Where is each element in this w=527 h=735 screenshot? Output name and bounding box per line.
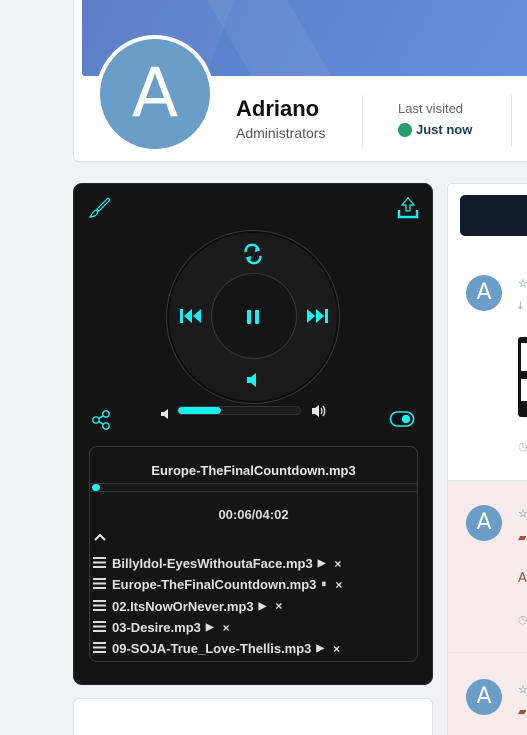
volume-slider-fill: [178, 407, 221, 414]
comment-icon[interactable]: ▰: [518, 531, 526, 544]
feed-item-text: A: [518, 571, 527, 586]
upload-icon[interactable]: [396, 196, 420, 220]
track-progress-bar[interactable]: [90, 483, 417, 492]
playlist-item-name[interactable]: Europe-TheFinalCountdown.mp3: [112, 577, 316, 592]
qr-code-image: [518, 337, 527, 417]
comment-icon[interactable]: ▰: [518, 705, 526, 718]
playlist-panel: Europe-TheFinalCountdown.mp3 00:06/04:02…: [89, 446, 418, 662]
collapse-icon[interactable]: [94, 527, 106, 541]
playlist-item[interactable]: 02.ItsNowOrNever.mp3 ▶ ×: [90, 596, 417, 617]
pause-icon[interactable]: ⏸: [321, 579, 326, 590]
feed-avatar[interactable]: A: [466, 505, 502, 541]
volume-low-icon[interactable]: [160, 405, 172, 419]
activity-feed: A ☆ ⤓ ◷ A ☆ ▰ A ◷ A ☆ ▰: [447, 183, 527, 735]
remove-icon[interactable]: ×: [223, 621, 230, 635]
play-icon[interactable]: ▶: [206, 622, 214, 633]
volume-high-icon[interactable]: [311, 403, 327, 419]
divider: [362, 95, 363, 147]
clock-icon: ◷: [518, 440, 527, 453]
remove-icon[interactable]: ×: [333, 642, 340, 656]
volume-slider[interactable]: [177, 406, 301, 415]
drag-handle-icon[interactable]: [90, 641, 110, 656]
drag-handle-icon[interactable]: [90, 620, 110, 635]
remove-icon[interactable]: ×: [275, 599, 282, 613]
current-track-title: Europe-TheFinalCountdown.mp3: [151, 463, 356, 478]
next-card: [73, 698, 433, 735]
feed-item: A ☆ ▰: [448, 653, 527, 735]
playlist-item-name[interactable]: 02.ItsNowOrNever.mp3: [112, 599, 254, 614]
paint-brush-icon[interactable]: [88, 196, 112, 220]
remove-icon[interactable]: ×: [335, 578, 342, 592]
star-icon[interactable]: ☆: [518, 277, 527, 290]
playlist-item[interactable]: Europe-TheFinalCountdown.mp3 ⏸ ×: [90, 574, 417, 595]
feed-item: A ☆ ⤓ ◷: [448, 249, 527, 481]
playlist-item[interactable]: BillyIdol-EyesWithoutaFace.mp3 ▶ ×: [90, 553, 417, 574]
profile-name[interactable]: Adriano: [236, 96, 319, 122]
drag-handle-icon[interactable]: [90, 599, 110, 614]
profile-role: Administrators: [236, 125, 326, 141]
playlist-item[interactable]: 03-Desire.mp3 ▶ ×: [90, 617, 417, 638]
clock-icon: ◷: [518, 613, 527, 626]
playlist: BillyIdol-EyesWithoutaFace.mp3 ▶ × Europ…: [90, 553, 417, 659]
play-icon[interactable]: ▶: [316, 643, 324, 654]
volume-icon[interactable]: [243, 370, 265, 390]
next-icon[interactable]: [304, 305, 330, 327]
divider: [511, 95, 512, 147]
profile-avatar[interactable]: A: [96, 35, 214, 153]
drag-handle-icon[interactable]: [90, 556, 110, 571]
playlist-item-name[interactable]: 09-SOJA-True_Love-Thellis.mp3: [112, 641, 311, 656]
playlist-item-name[interactable]: 03-Desire.mp3: [112, 620, 201, 635]
pause-icon[interactable]: [242, 306, 264, 328]
drag-handle-icon[interactable]: [90, 577, 110, 592]
previous-icon[interactable]: [178, 305, 204, 327]
toggle-icon[interactable]: [389, 410, 415, 428]
last-visited-value: Just now: [416, 122, 473, 137]
star-icon[interactable]: ☆: [518, 683, 527, 696]
feed-avatar[interactable]: A: [466, 275, 502, 311]
track-time: 00:06/04:02: [218, 507, 289, 522]
feed-header-bar[interactable]: [460, 195, 527, 236]
remove-icon[interactable]: ×: [334, 557, 341, 571]
download-icon[interactable]: ⤓: [518, 299, 523, 313]
repeat-icon[interactable]: [241, 242, 265, 266]
playlist-item-name[interactable]: BillyIdol-EyesWithoutaFace.mp3: [112, 556, 313, 571]
share-icon[interactable]: [90, 409, 112, 431]
star-icon[interactable]: ☆: [518, 507, 527, 520]
feed-avatar[interactable]: A: [466, 679, 502, 715]
feed-item: A ☆ ▰ A ◷: [448, 481, 527, 653]
music-player: Europe-TheFinalCountdown.mp3 00:06/04:02…: [73, 183, 433, 685]
track-progress-fill: [92, 484, 101, 491]
last-visited-label: Last visited: [398, 101, 464, 116]
play-icon[interactable]: ▶: [259, 601, 267, 612]
play-icon[interactable]: ▶: [318, 558, 326, 569]
online-status-dot: [398, 123, 412, 137]
playlist-item[interactable]: 09-SOJA-True_Love-Thellis.mp3 ▶ ×: [90, 638, 417, 659]
